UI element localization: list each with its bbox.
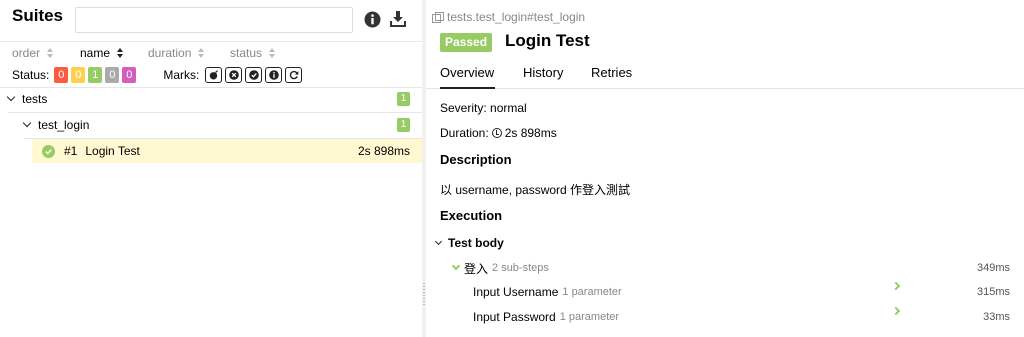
sort-arrows-icon [269,47,276,59]
info-icon[interactable] [364,11,381,28]
test-order: #1 [64,144,78,158]
tree-group-tests[interactable]: tests [6,86,422,112]
resize-grip-icon[interactable] [423,283,425,307]
sort-label: status [230,46,263,60]
tree-group-test-login[interactable]: test_login [22,112,422,138]
download-icon[interactable] [389,10,407,28]
sort-duration-button[interactable]: duration [148,46,205,60]
page-title: Login Test [505,31,590,50]
status-broken-toggle[interactable]: 0 [71,67,86,83]
duration-value: 2s 898ms [504,126,557,140]
search-input[interactable] [75,7,353,33]
duration: Duration: 2s 898ms [440,126,557,140]
status-passed-toggle[interactable]: 1 [88,67,103,83]
status-label: Status: [12,68,50,82]
sort-arrows-icon [117,47,124,59]
sort-label: order [12,46,41,60]
step-duration: 33ms [983,311,1010,323]
status-unknown-toggle[interactable]: 0 [122,67,137,83]
check-circle-icon[interactable] [245,67,263,83]
duration-label: Duration: [440,126,489,140]
sort-arrows-icon [198,47,205,59]
test-duration: 2s 898ms [357,144,410,158]
test-name: Login Test [85,144,140,158]
chevron-down-icon [6,92,16,102]
status-filter: Status: 0 0 1 0 0 Marks: [12,67,412,83]
sort-bar: order name duration status [12,46,412,60]
step-input-username[interactable]: Input Username 1 parameter 315ms [467,281,1022,301]
suites-panel: Suites order name duration status Status… [0,0,422,337]
marks-label: Marks: [163,68,200,82]
close-circle-icon[interactable] [225,67,243,83]
bomb-icon[interactable] [205,67,223,83]
sort-label: name [80,46,111,60]
tree-test-item[interactable]: #1 Login Test 2s 898ms [32,139,422,163]
sort-name-button[interactable]: name [80,46,124,60]
test-detail-panel: tests.test_login#test_login Passed Login… [426,0,1024,337]
chevron-right-icon [891,306,901,316]
execution-heading: Execution [440,208,503,223]
description-heading: Description [440,152,512,167]
count-badge: 1 [397,118,410,132]
chevron-down-icon [22,118,32,128]
sort-order-button[interactable]: order [12,46,54,60]
test-body-toggle[interactable]: Test body [434,234,1022,252]
check-circle-icon [42,144,55,158]
step-input-password[interactable]: Input Password 1 parameter 33ms [467,306,1022,326]
step-name: Input Password [473,310,556,324]
breadcrumb-text: tests.test_login#test_login [447,10,586,24]
info-circle-icon[interactable] [265,67,283,83]
step-login[interactable]: 登入 2 sub-steps 349ms [451,259,1022,277]
copy-icon[interactable] [432,11,444,23]
sort-status-button[interactable]: status [230,46,276,60]
clock-icon [491,128,502,138]
chevron-down-icon [434,237,443,246]
chevron-right-icon [891,281,901,291]
tree-group-label: tests [22,92,48,106]
panel-title: Suites [12,6,64,25]
step-name: Input Username [473,285,559,299]
tab-overview[interactable]: Overview [440,65,495,89]
step-duration: 349ms [976,262,1010,274]
tab-retries[interactable]: Retries [591,65,632,89]
status-skipped-toggle[interactable]: 0 [105,67,120,83]
sort-arrows-icon [47,47,54,59]
breadcrumb: tests.test_login#test_login [432,10,585,24]
severity: Severity: normal [440,101,527,115]
tab-bar: Overview History Retries [426,60,1024,89]
step-name: 登入 [464,261,489,276]
sort-label: duration [148,46,192,60]
step-parameters: 1 parameter [562,286,622,298]
tab-history[interactable]: History [523,65,563,89]
test-body-label: Test body [448,236,504,250]
divider [0,41,422,42]
step-duration: 315ms [976,286,1010,298]
step-substeps: 2 sub-steps [492,262,549,274]
tree-group-label: test_login [38,118,90,132]
step-parameters: 1 parameter [559,311,620,323]
count-badge: 1 [397,92,410,106]
description-text: 以 username, password 作登入測試 [440,183,631,197]
chevron-down-icon [451,261,461,271]
refresh-icon[interactable] [285,67,303,83]
status-badge: Passed [440,33,493,52]
status-failed-toggle[interactable]: 0 [54,67,69,83]
